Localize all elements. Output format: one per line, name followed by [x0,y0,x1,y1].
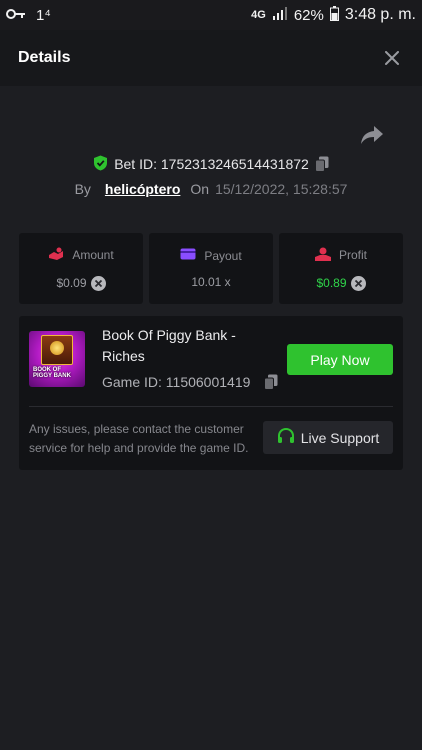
game-id: Game ID: 11506001419 [102,374,251,390]
clock: 3:48 p. m. [344,6,416,23]
play-now-button[interactable]: Play Now [287,344,393,375]
close-icon[interactable] [380,46,404,70]
copy-icon[interactable] [314,156,329,172]
stat-amount-value: $0.09 [56,276,87,290]
stat-payout-value: 10.01 x [191,275,231,289]
stat-payout-label: Payout [204,248,242,263]
live-support-label: Live Support [300,429,380,446]
page-title: Details [18,49,71,66]
signal-icon [272,6,288,24]
share-icon[interactable] [360,124,384,146]
copy-icon[interactable] [264,374,278,390]
stat-profit: Profit $0.89 [279,233,403,304]
stat-amount: Amount $0.09 [19,233,143,304]
battery-icon [329,5,339,25]
key-icon [6,7,26,24]
game-thumbnail[interactable]: BOOK OF PIGGY BANK [29,331,85,387]
currency-icon [350,275,366,291]
game-card: BOOK OF PIGGY BANK Book Of Piggy Bank - … [19,316,403,470]
coin-image [50,341,64,355]
currency-icon [90,275,106,291]
details-header: Details [0,30,422,86]
bet-stats: Amount $0.09 Payout 10.01 x Profit $0.89 [19,233,403,304]
headset-icon [277,427,295,448]
status-bar: 1⁴ 4G 62% 3:48 p. m. [0,0,422,30]
on-label: On [190,181,210,197]
bet-id: Bet ID: 1752313246514431872 [114,156,309,172]
stat-profit-value: $0.89 [316,276,347,290]
divider [29,406,393,407]
thumb-title-line2: PIGGY BANK [33,373,71,379]
bet-id-row: Bet ID: 1752313246514431872 [0,153,422,175]
bet-meta-row: By helicóptero On 15/12/2022, 15:28:57 [0,179,422,199]
live-support-button[interactable]: Live Support [263,421,393,454]
game-id-row: Game ID: 11506001419 [102,374,278,390]
by-label: By [74,181,91,197]
network-type: 4G [251,9,266,21]
battery-percent: 62% [293,6,324,24]
bet-date: 15/12/2022, 15:28:57 [215,181,348,197]
support-note: Any issues, please contact the customer … [29,422,249,455]
card-icon [180,248,196,263]
status-left-text: 1⁴ [36,6,51,24]
stat-payout: Payout 10.01 x [149,233,273,304]
stat-amount-label: Amount [72,248,114,262]
coins-icon [48,247,64,264]
hand-coin-icon [314,247,331,264]
username-link[interactable]: helicóptero [105,181,180,197]
game-name: Book Of Piggy Bank - Riches [102,327,236,364]
stat-profit-label: Profit [338,248,367,262]
shield-icon [93,155,108,174]
